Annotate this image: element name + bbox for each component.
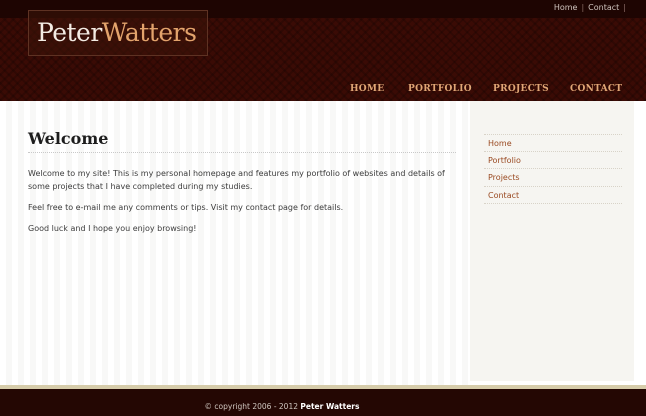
sidebar: Home Portfolio Projects Contact (470, 101, 634, 381)
footer-copyright: © copyright 2006 - 2012 Peter Watters (0, 402, 564, 411)
sidebar-menu: Home Portfolio Projects Contact (484, 134, 622, 204)
intro-paragraph: Welcome to my site! This is my personal … (28, 169, 445, 191)
page-title: Welcome (28, 129, 456, 153)
content-area: Welcome Welcome to my site! This is my p… (0, 101, 646, 385)
util-separator-trailing: | (623, 3, 626, 12)
util-separator: | (581, 3, 585, 12)
nav-item-portfolio[interactable]: PORTFOLIO (408, 84, 472, 94)
sidebar-item-contact[interactable]: Contact (484, 187, 622, 204)
main-nav: HOME PORTFOLIO PROJECTS CONTACT (0, 84, 646, 96)
sidebar-item-projects[interactable]: Projects (484, 169, 622, 187)
logo-last-name: Watters (101, 18, 197, 47)
nav-item-projects[interactable]: PROJECTS (493, 84, 549, 94)
copyright-owner: Peter Watters (300, 402, 360, 411)
util-link-contact[interactable]: Contact (588, 3, 619, 12)
copyright-text: © copyright 2006 - 2012 (204, 402, 298, 411)
site-header: Home | Contact | PeterWatters HOME PORTFOLI… (0, 0, 646, 101)
logo-first-name: Peter (37, 18, 102, 47)
main-column: Welcome Welcome to my site! This is my p… (28, 129, 456, 235)
site-footer: © copyright 2006 - 2012 Peter Watters (0, 385, 646, 416)
contact-paragraph: Feel free to e-mail me any comments or t… (28, 203, 344, 212)
utility-nav: Home | Contact | (554, 3, 630, 12)
sidebar-item-portfolio[interactable]: Portfolio (484, 152, 622, 169)
closing-paragraph: Good luck and I hope you enjoy browsing! (28, 224, 197, 233)
nav-item-home[interactable]: HOME (350, 84, 384, 94)
footer-accent-bar (0, 385, 646, 389)
nav-item-contact[interactable]: CONTACT (570, 84, 622, 94)
logo[interactable]: PeterWatters (28, 10, 208, 56)
logo-text: PeterWatters (37, 18, 197, 47)
sidebar-item-home[interactable]: Home (484, 134, 622, 152)
util-link-home[interactable]: Home (554, 3, 578, 12)
